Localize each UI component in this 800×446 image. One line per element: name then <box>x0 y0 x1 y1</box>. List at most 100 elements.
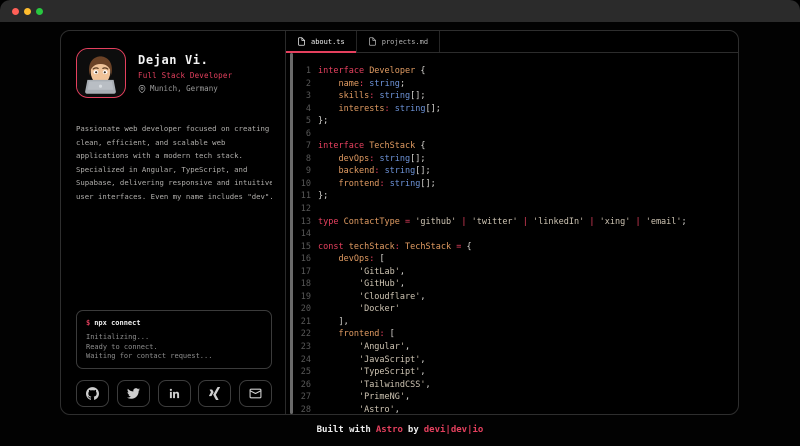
terminal-output: Initializing...Ready to connect.Waiting … <box>86 333 262 361</box>
code-text: frontend: string[]; <box>318 178 436 191</box>
line-number: 26 <box>293 379 311 392</box>
twitter-link-button[interactable] <box>117 380 150 407</box>
profile-panel: Dejan Vi. Full Stack Developer Munich, G… <box>61 31 286 414</box>
github-icon <box>86 387 99 400</box>
code-line: 4 interests: string[]; <box>293 103 738 116</box>
line-number: 16 <box>293 253 311 266</box>
line-number: 24 <box>293 354 311 367</box>
code-line: 11}; <box>293 190 738 203</box>
bio-line: Specialized in Angular, TypeScript, and <box>76 163 272 177</box>
code-line: 16 devOps: [ <box>293 253 738 266</box>
terminal-command: $npx connect <box>86 319 262 327</box>
line-number: 18 <box>293 278 311 291</box>
tab-bar: about.ts projects.md <box>286 31 738 53</box>
bio-line: Supabase, delivering responsive and intu… <box>76 176 272 190</box>
tab-label: about.ts <box>311 38 345 46</box>
code-text: frontend: [ <box>318 328 395 341</box>
code-text: const techStack: TechStack = { <box>318 241 472 254</box>
code-line: 28 'Astro', <box>293 404 738 414</box>
bio-line: user interfaces. Even my name includes "… <box>76 190 272 204</box>
line-number: 12 <box>293 203 311 216</box>
code-line: 9 backend: string[]; <box>293 165 738 178</box>
code-line: 21 ], <box>293 316 738 329</box>
code-text: 'Angular', <box>318 341 410 354</box>
profile-name: Dejan Vi. <box>138 53 232 67</box>
editor-panel: about.tsprojects.md 1interface Developer… <box>286 31 738 414</box>
terminal-output-line: Waiting for contact request... <box>86 352 262 361</box>
code-line: 14 <box>293 228 738 241</box>
github-link-button[interactable] <box>76 380 109 407</box>
line-number: 13 <box>293 216 311 229</box>
xing-icon <box>208 387 221 400</box>
code-text: 'TypeScript', <box>318 366 426 379</box>
code-text: interests: string[]; <box>318 103 441 116</box>
code-line: 13 type ContactType = 'github' | 'twitter… <box>293 216 738 229</box>
xing-link-button[interactable] <box>198 380 231 407</box>
bio-line: Passionate web developer focused on crea… <box>76 122 272 136</box>
line-number: 19 <box>293 291 311 304</box>
tab-about-ts[interactable]: about.ts <box>286 31 357 52</box>
footer-segment: Astro <box>376 425 403 435</box>
code-text: }; <box>318 115 328 128</box>
code-text: 'TailwindCSS', <box>318 379 431 392</box>
line-number: 4 <box>293 103 311 116</box>
avatar <box>76 48 126 98</box>
code-line: 8 devOps: string[]; <box>293 153 738 166</box>
content-card: Dejan Vi. Full Stack Developer Munich, G… <box>60 30 739 415</box>
linkedin-link-button[interactable] <box>158 380 191 407</box>
terminal-prompt: $ <box>86 319 90 327</box>
footer-segment: Built with <box>317 425 371 435</box>
email-icon <box>249 387 262 400</box>
main-area: Dejan Vi. Full Stack Developer Munich, G… <box>0 22 800 446</box>
code-area: 1interface Developer {2 name: string;3 s… <box>286 53 738 414</box>
code-text: name: string; <box>318 78 405 91</box>
line-number: 1 <box>293 65 311 78</box>
code-line: 24 'JavaScript', <box>293 354 738 367</box>
code-text: type ContactType = 'github' | 'twitter' … <box>318 216 687 229</box>
zoom-button[interactable] <box>36 8 43 15</box>
code-text: 'Docker' <box>318 303 400 316</box>
code-line: 25 'TypeScript', <box>293 366 738 379</box>
code-line: 26 'TailwindCSS', <box>293 379 738 392</box>
tab-projects-md[interactable]: projects.md <box>357 31 440 52</box>
code-line: 3 skills: string[]; <box>293 90 738 103</box>
linkedin-icon <box>168 387 181 400</box>
line-number: 7 <box>293 140 311 153</box>
close-button[interactable] <box>12 8 19 15</box>
profile-header: Dejan Vi. Full Stack Developer Munich, G… <box>76 48 272 98</box>
line-number: 25 <box>293 366 311 379</box>
line-number: 22 <box>293 328 311 341</box>
code-text: devOps: [ <box>318 253 385 266</box>
social-links <box>76 380 272 407</box>
line-number: 15 <box>293 241 311 254</box>
minimize-button[interactable] <box>24 8 31 15</box>
terminal-box: $npx connect Initializing...Ready to con… <box>76 310 272 369</box>
code-line: 22 frontend: [ <box>293 328 738 341</box>
line-number: 21 <box>293 316 311 329</box>
code-text: 'PrimeNG', <box>318 391 410 404</box>
line-number: 23 <box>293 341 311 354</box>
code-text: 'GitHub', <box>318 278 405 291</box>
line-number: 2 <box>293 78 311 91</box>
code-line: 23 'Angular', <box>293 341 738 354</box>
email-link-button[interactable] <box>239 380 272 407</box>
code-text: backend: string[]; <box>318 165 431 178</box>
line-number: 20 <box>293 303 311 316</box>
line-number: 28 <box>293 404 311 414</box>
file-icon <box>368 37 377 46</box>
line-number: 3 <box>293 90 311 103</box>
code-line: 19 'Cloudflare', <box>293 291 738 304</box>
code-text: 'Cloudflare', <box>318 291 426 304</box>
line-number: 8 <box>293 153 311 166</box>
code-text: 'GitLab', <box>318 266 405 279</box>
line-number: 17 <box>293 266 311 279</box>
code-line: 18 'GitHub', <box>293 278 738 291</box>
window-titlebar <box>0 0 800 22</box>
line-number: 14 <box>293 228 311 241</box>
profile-location: Munich, Germany <box>138 84 232 93</box>
code-line: 5}; <box>293 115 738 128</box>
line-number: 5 <box>293 115 311 128</box>
code-line: 12 <box>293 203 738 216</box>
code-line: 20 'Docker' <box>293 303 738 316</box>
line-number: 11 <box>293 190 311 203</box>
